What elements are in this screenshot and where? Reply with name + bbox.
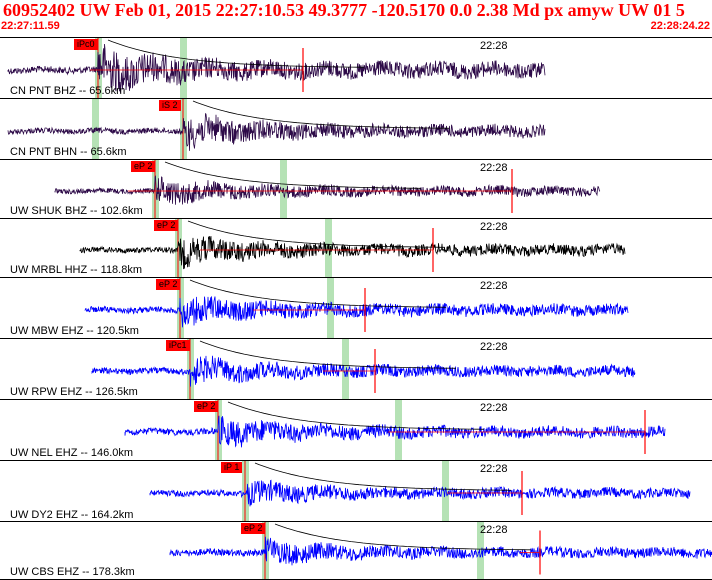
seismogram-panel: eP 2 22:28 UW MRBL HHZ -- 118.8km <box>0 219 712 278</box>
phase-pick-label[interactable]: iP 1 <box>221 462 243 473</box>
event-title: 60952402 UW Feb 01, 2015 22:27:10.53 49.… <box>3 0 685 20</box>
time-tick-label: 22:28 <box>480 524 508 536</box>
phase-pick-label[interactable]: eP 2 <box>156 279 181 290</box>
phase-pick-label[interactable]: eP 2 <box>194 401 219 412</box>
time-tick-label: 22:28 <box>480 221 508 233</box>
coda-decay-curve <box>254 462 512 491</box>
waveform-trace <box>149 479 691 507</box>
coda-decay-curve <box>164 161 421 189</box>
coda-decay-curve <box>189 279 447 308</box>
phase-pick-label[interactable]: iS 2 <box>159 100 181 111</box>
seismogram-panels: iPc0 22:28 CN PNT BHZ -- 65.6km iS 2 CN PNT … <box>0 37 712 580</box>
time-tick-label: 22:28 <box>480 402 508 414</box>
coda-window-marker <box>342 339 349 399</box>
waveform-trace <box>84 296 629 328</box>
time-tick-label: 22:28 <box>480 463 508 475</box>
time-tick-label: 22:28 <box>480 40 508 52</box>
start-time: 22:27:11.59 <box>1 20 60 32</box>
station-label: CN PNT BHN -- 65.6km <box>10 146 127 158</box>
phase-pick-label[interactable]: iPc0 <box>74 39 98 50</box>
seismogram-panel: iPc0 22:28 CN PNT BHZ -- 65.6km <box>0 38 712 99</box>
time-tick-label: 22:28 <box>480 280 508 292</box>
waveform-trace <box>54 175 601 205</box>
seismogram-panel: eP 2 22:28 UW NEL EHZ -- 146.0km <box>0 400 712 461</box>
coda-decay-curve <box>199 340 457 369</box>
time-tick-label: 22:28 <box>480 162 508 174</box>
seismogram-panel: iS 2 CN PNT BHN -- 65.6km <box>0 99 712 160</box>
phase-pick-label[interactable]: eP 2 <box>241 523 266 534</box>
time-tick-label: 22:28 <box>480 341 508 353</box>
station-label: UW CBS EHZ -- 178.3km <box>10 566 135 578</box>
seismogram-panel: eP 2 22:28 UW CBS EHZ -- 178.3km <box>0 522 712 580</box>
seismogram-panel: eP 2 22:28 UW SHUK BHZ -- 102.6km <box>0 160 712 219</box>
station-label: UW NEL EHZ -- 146.0km <box>10 447 134 459</box>
phase-pick-label[interactable]: eP 2 <box>154 220 179 231</box>
station-label: UW MRBL HHZ -- 118.8km <box>10 264 143 276</box>
station-label: UW DY2 EHZ -- 164.2km <box>10 509 134 521</box>
station-label: CN PNT BHZ -- 65.6km <box>10 85 126 97</box>
seismogram-panel: iPc1 22:28 UW RPW EHZ -- 126.5km <box>0 339 712 400</box>
waveform-trace <box>169 536 712 566</box>
seismogram-panel: iP 1 22:28 UW DY2 EHZ -- 164.2km <box>0 461 712 522</box>
station-label: UW MBW EHZ -- 120.5km <box>10 325 139 337</box>
seismogram-panel: eP 2 22:28 UW MBW EHZ -- 120.5km <box>0 278 712 339</box>
station-label: UW SHUK BHZ -- 102.6km <box>10 205 143 217</box>
station-label: UW RPW EHZ -- 126.5km <box>10 386 138 398</box>
phase-pick-label[interactable]: eP 2 <box>131 161 156 172</box>
end-time: 22:28:24.22 <box>650 20 710 32</box>
phase-pick-label[interactable]: iPc1 <box>166 340 190 351</box>
waveform-trace <box>79 235 626 270</box>
